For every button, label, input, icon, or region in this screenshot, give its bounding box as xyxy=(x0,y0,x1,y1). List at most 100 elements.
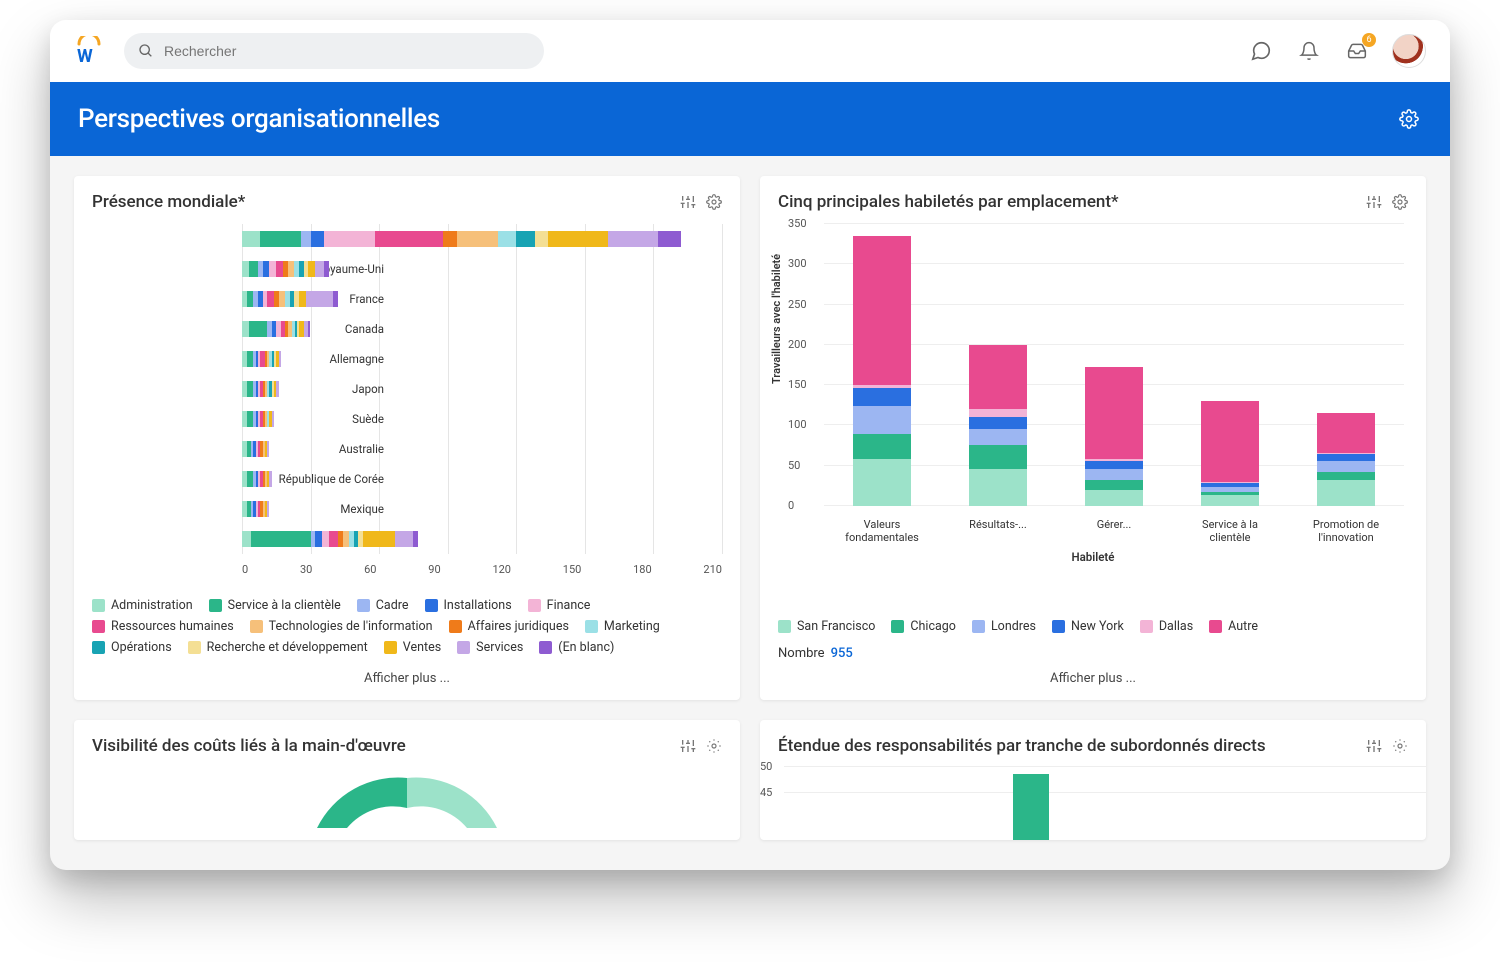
legend-item[interactable]: Chicago xyxy=(891,619,956,634)
hbar-segment[interactable] xyxy=(516,231,534,247)
hbar-segment[interactable] xyxy=(322,531,329,547)
hbar-segment[interactable] xyxy=(267,291,274,307)
hbar-segment[interactable] xyxy=(498,231,516,247)
hbar-segment[interactable] xyxy=(249,261,258,277)
hbar-segment[interactable] xyxy=(260,231,301,247)
vbar-segment[interactable] xyxy=(1317,461,1375,472)
hbar-segment[interactable] xyxy=(395,531,413,547)
vbar[interactable] xyxy=(969,345,1027,506)
legend-item[interactable]: (En blanc) xyxy=(539,640,614,655)
hbar-segment[interactable] xyxy=(315,531,322,547)
hbar-segment[interactable] xyxy=(363,531,395,547)
hbar-segment[interactable] xyxy=(658,231,681,247)
legend-item[interactable]: Recherche et développement xyxy=(188,640,368,655)
legend-item[interactable]: Dallas xyxy=(1140,619,1193,634)
vbar[interactable] xyxy=(1317,413,1375,506)
chat-icon[interactable] xyxy=(1248,38,1274,64)
hbar-segment[interactable] xyxy=(251,531,310,547)
hbar-segment[interactable] xyxy=(329,531,338,547)
vbar-segment[interactable] xyxy=(969,409,1027,417)
vbar[interactable] xyxy=(1085,367,1143,506)
hbar-segment[interactable] xyxy=(306,291,333,307)
vbar-segment[interactable] xyxy=(1317,413,1375,453)
hbar-segment[interactable] xyxy=(308,321,310,337)
gear-icon[interactable] xyxy=(1392,194,1408,210)
vbar-segment[interactable] xyxy=(1317,480,1375,506)
hbar-segment[interactable] xyxy=(247,471,254,487)
vbar-segment[interactable] xyxy=(853,406,911,433)
vbar-segment[interactable] xyxy=(1317,472,1375,480)
hbar-segment[interactable] xyxy=(301,231,310,247)
gear-icon[interactable] xyxy=(1396,106,1422,132)
hbar-segment[interactable] xyxy=(267,441,269,457)
hbar-segment[interactable] xyxy=(315,261,324,277)
hbar-segment[interactable] xyxy=(242,321,249,337)
hbar-segment[interactable] xyxy=(279,351,281,367)
sliders-icon[interactable] xyxy=(1366,738,1382,754)
hbar-segment[interactable] xyxy=(269,471,271,487)
hbar-segment[interactable] xyxy=(276,381,278,397)
hbar-segment[interactable] xyxy=(608,231,658,247)
hbar-segment[interactable] xyxy=(242,531,251,547)
global-search[interactable] xyxy=(124,33,544,69)
show-more-button[interactable]: Afficher plus ... xyxy=(74,661,740,700)
notifications-icon[interactable] xyxy=(1296,38,1322,64)
gear-icon[interactable] xyxy=(706,194,722,210)
vbar-segment[interactable] xyxy=(853,388,911,406)
vbar-segment[interactable] xyxy=(1201,401,1259,482)
legend-item[interactable]: Opérations xyxy=(92,640,172,655)
vbar-segment[interactable] xyxy=(969,429,1027,445)
avatar[interactable] xyxy=(1392,34,1426,68)
vbar-segment[interactable] xyxy=(1201,495,1259,506)
legend-item[interactable]: Ventes xyxy=(384,640,441,655)
vbar-segment[interactable] xyxy=(853,434,911,460)
vbar-segment[interactable] xyxy=(853,236,911,385)
hbar-segment[interactable] xyxy=(535,231,549,247)
legend-item[interactable]: Technologies de l'information xyxy=(250,619,433,634)
vbar-segment[interactable] xyxy=(853,459,911,506)
hbar-segment[interactable] xyxy=(249,321,267,337)
vbar-segment[interactable] xyxy=(1085,469,1143,480)
sliders-icon[interactable] xyxy=(680,738,696,754)
vbar-segment[interactable] xyxy=(969,417,1027,428)
hbar-segment[interactable] xyxy=(308,261,315,277)
hbar-segment[interactable] xyxy=(548,231,607,247)
show-more-button[interactable]: Afficher plus ... xyxy=(760,661,1426,700)
gear-icon[interactable] xyxy=(1392,738,1408,754)
legend-item[interactable]: Cadre xyxy=(357,598,409,613)
hbar-segment[interactable] xyxy=(324,261,329,277)
vbar-segment[interactable] xyxy=(969,345,1027,409)
vbar-segment[interactable] xyxy=(1085,461,1143,469)
sliders-icon[interactable] xyxy=(680,194,696,210)
hbar-segment[interactable] xyxy=(333,291,338,307)
legend-item[interactable]: Finance xyxy=(528,598,591,613)
hbar-segment[interactable] xyxy=(279,291,286,307)
legend-item[interactable]: Ressources humaines xyxy=(92,619,234,634)
hbar-segment[interactable] xyxy=(247,381,254,397)
hbar-segment[interactable] xyxy=(242,261,249,277)
hbar-segment[interactable] xyxy=(343,531,350,547)
legend-item[interactable]: Marketing xyxy=(585,619,660,634)
hbar-segment[interactable] xyxy=(457,231,498,247)
hbar-segment[interactable] xyxy=(276,261,283,277)
hbar-segment[interactable] xyxy=(263,261,270,277)
vbar-segment[interactable] xyxy=(1085,367,1143,460)
hbar-segment[interactable] xyxy=(311,231,325,247)
legend-item[interactable]: Installations xyxy=(425,598,512,613)
hbar-segment[interactable] xyxy=(267,501,269,517)
hbar-segment[interactable] xyxy=(299,291,306,307)
hbar-segment[interactable] xyxy=(272,411,274,427)
hbar-segment[interactable] xyxy=(247,411,254,427)
hbar-segment[interactable] xyxy=(242,231,260,247)
vbar[interactable] xyxy=(1201,401,1259,506)
hbar-segment[interactable] xyxy=(247,291,254,307)
hbar-segment[interactable] xyxy=(247,351,254,367)
hbar-segment[interactable] xyxy=(269,261,276,277)
legend-item[interactable]: Autre xyxy=(1209,619,1258,634)
legend-item[interactable]: New York xyxy=(1052,619,1124,634)
vbar-segment[interactable] xyxy=(969,469,1027,506)
legend-item[interactable]: San Francisco xyxy=(778,619,875,634)
legend-item[interactable]: Administration xyxy=(92,598,193,613)
legend-item[interactable]: Services xyxy=(457,640,523,655)
hbar-segment[interactable] xyxy=(288,261,295,277)
